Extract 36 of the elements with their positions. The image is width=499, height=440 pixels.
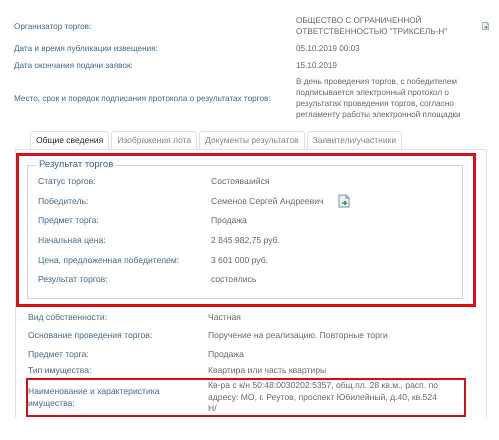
field-label: Предмет торга: <box>28 348 90 361</box>
field-value: 3 601 000 руб. <box>211 254 268 266</box>
field-label: Предмет торга: <box>38 215 100 227</box>
field-value: состоялись <box>211 274 256 286</box>
field-value: 2 845 982,75 руб. <box>211 234 280 247</box>
field-label: Место, срок и порядок подписания протокола о результатах торгов: <box>14 92 272 104</box>
field-label: Победитель: <box>38 196 90 208</box>
field-label: Наименование и характеристика имущества: <box>28 386 161 410</box>
field-value: Состоявшийся <box>211 176 270 188</box>
tab[interactable]: Документы результатов <box>199 130 305 149</box>
tab[interactable]: Общие сведения <box>30 130 110 149</box>
field-value: В день проведения торгов, с победителем подписывается электронный протокол о результатах проведения торгов, согласно регламенту работы электронной площадки <box>296 76 462 120</box>
field-label: Организатор торгов: <box>14 20 92 32</box>
field-value: 05.10.2019 00:03 <box>296 43 360 54</box>
group-title: Результат торгов <box>38 158 114 172</box>
field-value: Продажа <box>208 348 244 361</box>
field-value: Семенов Сергей Андреевич <box>211 196 324 208</box>
document-icon[interactable] <box>338 194 350 208</box>
field-label: Дата окончания подачи заявок: <box>14 60 134 72</box>
field-label: Основание проведения торгов: <box>28 330 154 342</box>
field-value: Поручение на реализацию. Повторные торги <box>208 330 388 342</box>
field-label: Начальная цена: <box>38 234 107 247</box>
field-value: Частная <box>208 312 241 324</box>
field-label: Дата и время публикации извещения: <box>14 43 159 54</box>
field-label: Вид собственности: <box>28 312 108 324</box>
field-value: Кв-ра с к/н 50:48:0030202:5357, общ.пл. 28 кв.м., расп. по адресу: МО, г. Реутов, проспект Юбилейный, д.40, кв.524 Н/ <box>208 380 440 415</box>
field-value: 15.10.2019 <box>296 60 337 72</box>
tab[interactable]: Изображения лота <box>111 130 198 149</box>
field-label: Цена, предложенная победителем: <box>38 254 180 266</box>
field-value: ОБЩЕСТВО С ОГРАНИЧЕННОЙ ОТВЕТСТВЕННОСТЬЮ "ТРИКСЕЛЬ-Н" <box>296 15 448 38</box>
field-value: Продажа <box>211 215 247 227</box>
field-label: Статус торгов: <box>38 176 97 188</box>
tab[interactable]: Заявители/участники <box>306 130 402 149</box>
field-value: Квартира или часть квартиры <box>208 364 326 376</box>
field-label: Результат торгов: <box>38 274 109 286</box>
field-label: Тип имущества: <box>28 364 92 376</box>
